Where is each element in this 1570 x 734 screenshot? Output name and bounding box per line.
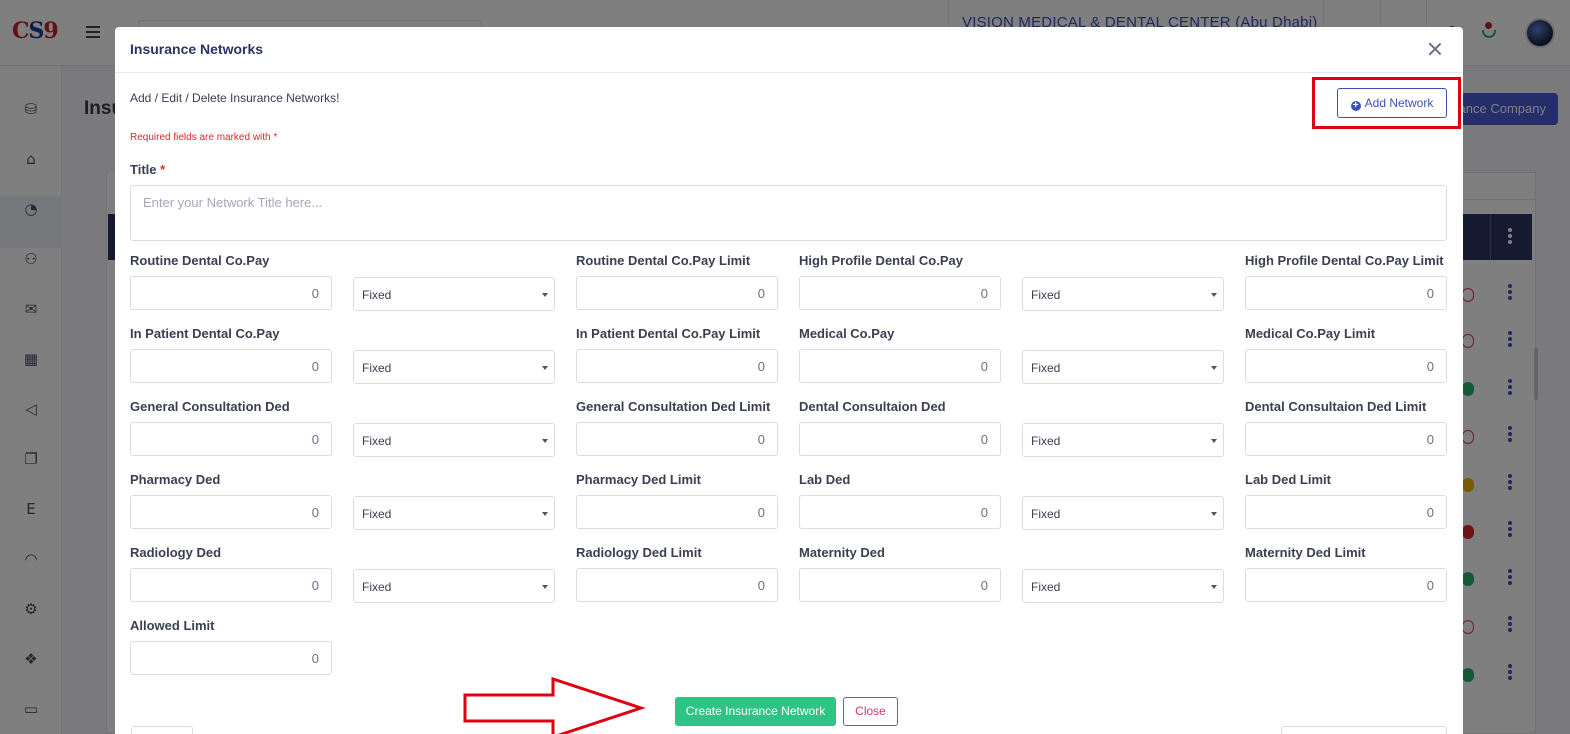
insurance-networks-modal: Insurance Networks Add / Edit / Delete I… xyxy=(115,27,1463,734)
radiology-ded-limit-label: Radiology Ded Limit xyxy=(576,545,702,560)
general-consultation-ded-limit-label: General Consultation Ded Limit xyxy=(576,399,771,414)
close-icon[interactable] xyxy=(1427,41,1443,57)
pharmacy-ded-limit-input[interactable] xyxy=(576,495,778,529)
chevron-down-icon xyxy=(1211,366,1217,370)
high-profile-dental-copay-input[interactable] xyxy=(799,276,1001,310)
dental-consultation-ded-type-select[interactable]: Fixed xyxy=(1022,423,1224,457)
dental-consultation-ded-input[interactable] xyxy=(799,422,1001,456)
medical-copay-limit-label: Medical Co.Pay Limit xyxy=(1245,326,1376,341)
dental-consultation-ded-limit-input[interactable] xyxy=(1245,422,1447,456)
modal-title: Insurance Networks xyxy=(130,41,264,57)
radiology-ded-limit-input[interactable] xyxy=(576,568,778,602)
radiology-ded-label: Radiology Ded xyxy=(130,545,222,560)
routine-dental-copay-limit-label: Routine Dental Co.Pay Limit xyxy=(576,253,751,268)
dental-consultation-ded-label: Dental Consultaion Ded xyxy=(799,399,946,414)
highlight-box xyxy=(1312,77,1461,129)
routine-dental-copay-input[interactable] xyxy=(130,276,332,310)
title-label: Title * xyxy=(130,162,166,177)
chevron-down-icon xyxy=(542,366,548,370)
pagination-control[interactable] xyxy=(1281,726,1447,734)
lab-ded-type-select[interactable]: Fixed xyxy=(1022,496,1224,530)
in-patient-dental-copay-type-select[interactable]: Fixed xyxy=(353,350,555,384)
high-profile-dental-copay-label: High Profile Dental Co.Pay xyxy=(799,253,963,268)
high-profile-dental-copay-limit-input[interactable] xyxy=(1245,276,1447,310)
pharmacy-ded-input[interactable] xyxy=(130,495,332,529)
lab-ded-limit-input[interactable] xyxy=(1245,495,1447,529)
pagination-control[interactable] xyxy=(131,726,193,734)
lab-ded-limit-label: Lab Ded Limit xyxy=(1245,472,1331,487)
general-consultation-ded-limit-input[interactable] xyxy=(576,422,778,456)
pharmacy-ded-limit-label: Pharmacy Ded Limit xyxy=(576,472,701,487)
maternity-ded-limit-label: Maternity Ded Limit xyxy=(1245,545,1366,560)
maternity-ded-limit-input[interactable] xyxy=(1245,568,1447,602)
in-patient-dental-copay-limit-input[interactable] xyxy=(576,349,778,383)
dental-consultation-ded-limit-label: Dental Consultaion Ded Limit xyxy=(1245,399,1427,414)
modal-subtitle: Add / Edit / Delete Insurance Networks! xyxy=(130,91,340,105)
chevron-down-icon xyxy=(1211,439,1217,443)
medical-copay-label: Medical Co.Pay xyxy=(799,326,895,341)
close-button[interactable]: Close xyxy=(843,697,898,726)
radiology-ded-input[interactable] xyxy=(130,568,332,602)
routine-dental-copay-label: Routine Dental Co.Pay xyxy=(130,253,270,268)
radiology-ded-type-select[interactable]: Fixed xyxy=(353,569,555,603)
chevron-down-icon xyxy=(542,293,548,297)
in-patient-dental-copay-label: In Patient Dental Co.Pay xyxy=(130,326,280,341)
chevron-down-icon xyxy=(542,439,548,443)
in-patient-dental-copay-input[interactable] xyxy=(130,349,332,383)
chevron-down-icon xyxy=(1211,585,1217,589)
lab-ded-label: Lab Ded xyxy=(799,472,851,487)
required-fields-note: Required fields are marked with * xyxy=(130,132,278,143)
medical-copay-limit-input[interactable] xyxy=(1245,349,1447,383)
routine-dental-copay-type-select[interactable]: Fixed xyxy=(353,277,555,311)
allowed-limit-input[interactable] xyxy=(130,641,332,675)
pharmacy-ded-label: Pharmacy Ded xyxy=(130,472,221,487)
chevron-down-icon xyxy=(1211,512,1217,516)
create-insurance-network-button[interactable]: Create Insurance Network xyxy=(675,697,836,726)
high-profile-dental-copay-limit-label: High Profile Dental Co.Pay Limit xyxy=(1245,253,1444,268)
routine-dental-copay-limit-input[interactable] xyxy=(576,276,778,310)
general-consultation-ded-label: General Consultation Ded xyxy=(130,399,290,414)
high-profile-dental-copay-type-select[interactable]: Fixed xyxy=(1022,277,1224,311)
pharmacy-ded-type-select[interactable]: Fixed xyxy=(353,496,555,530)
lab-ded-input[interactable] xyxy=(799,495,1001,529)
maternity-ded-label: Maternity Ded xyxy=(799,545,885,560)
allowed-limit-label: Allowed Limit xyxy=(130,618,215,633)
chevron-down-icon xyxy=(542,585,548,589)
modal-header: Insurance Networks xyxy=(115,27,1463,73)
chevron-down-icon xyxy=(542,512,548,516)
medical-copay-input[interactable] xyxy=(799,349,1001,383)
medical-copay-type-select[interactable]: Fixed xyxy=(1022,350,1224,384)
arrow-annotation-icon xyxy=(463,677,646,734)
network-title-input[interactable] xyxy=(130,185,1447,241)
general-consultation-ded-type-select[interactable]: Fixed xyxy=(353,423,555,457)
general-consultation-ded-input[interactable] xyxy=(130,422,332,456)
maternity-ded-type-select[interactable]: Fixed xyxy=(1022,569,1224,603)
maternity-ded-input[interactable] xyxy=(799,568,1001,602)
in-patient-dental-copay-limit-label: In Patient Dental Co.Pay Limit xyxy=(576,326,761,341)
chevron-down-icon xyxy=(1211,293,1217,297)
